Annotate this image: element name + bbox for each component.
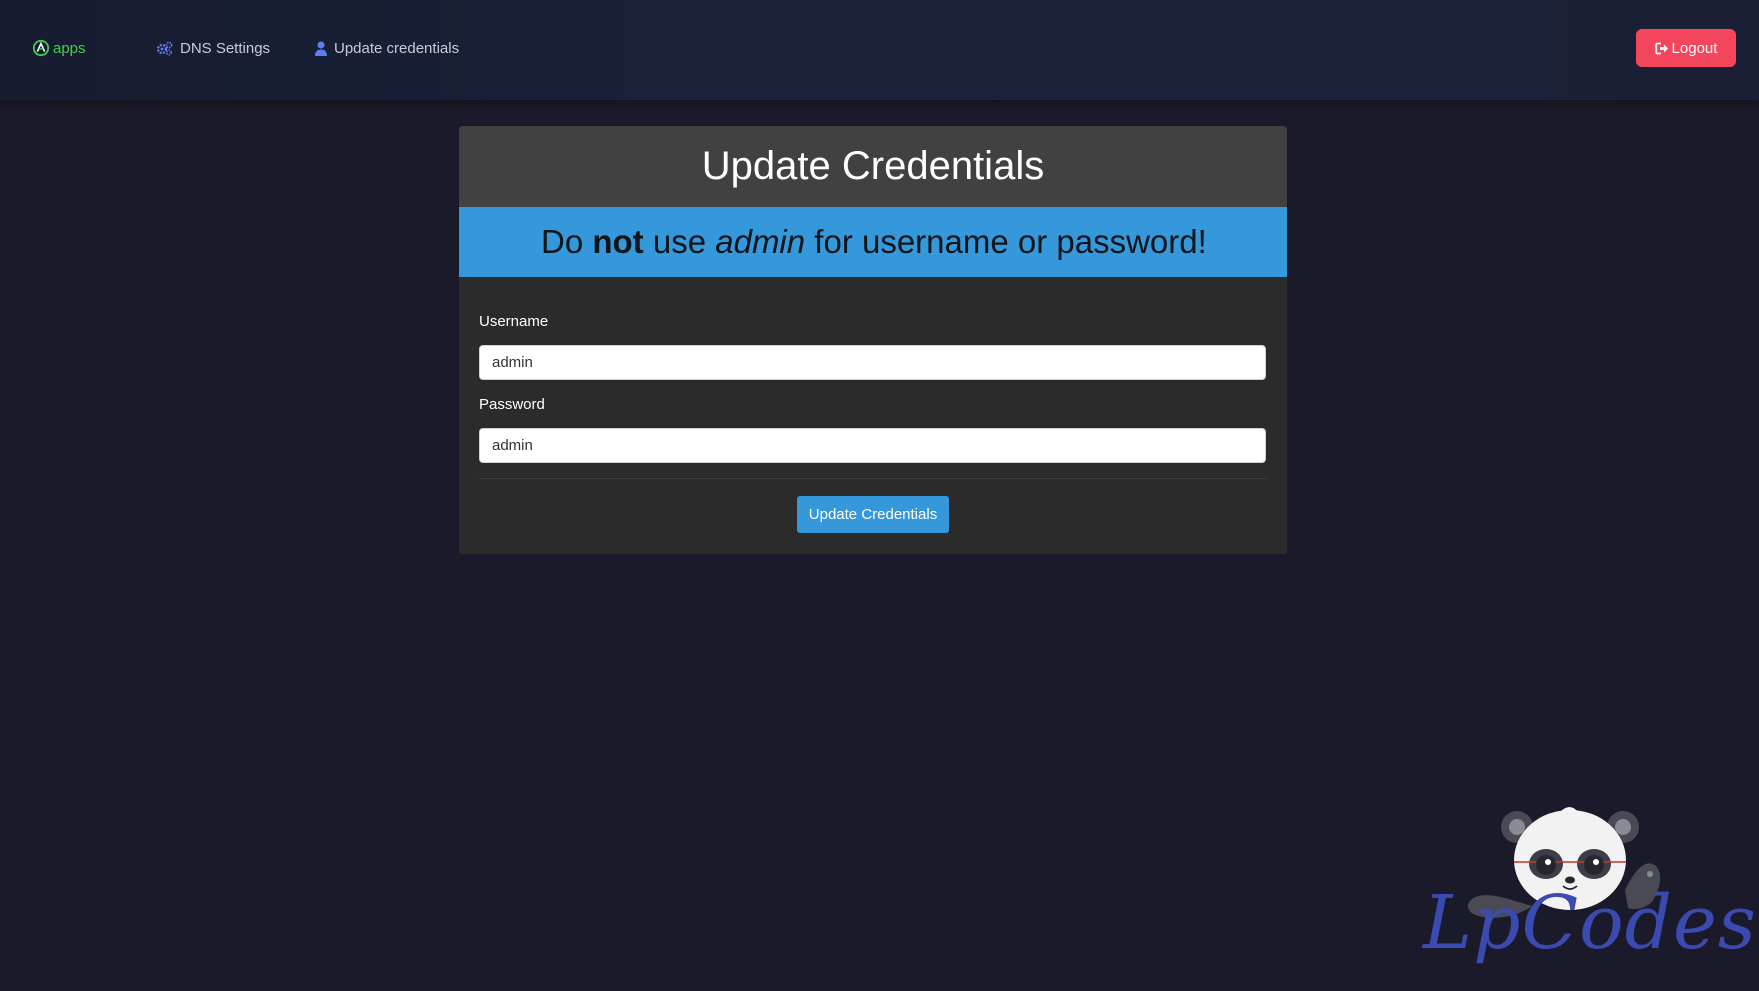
logout-button[interactable]: Logout <box>1636 29 1736 67</box>
update-credentials-button[interactable]: Update Credentials <box>797 496 949 533</box>
update-credentials-card: Update Credentials Do not use admin for … <box>459 126 1287 554</box>
nav-update-credentials-label: Update credentials <box>334 39 460 57</box>
card-header: Update Credentials <box>459 126 1287 207</box>
alert-bold-word: not <box>592 223 644 260</box>
top-navbar: apps DNS Settings Update credentials Log… <box>0 0 1759 100</box>
username-field[interactable] <box>479 345 1266 380</box>
alert-prefix: Do <box>541 223 584 260</box>
alert-italic-word: admin <box>715 223 806 260</box>
alert-middle: use <box>652 223 707 260</box>
form-divider <box>479 478 1266 479</box>
user-icon <box>315 41 327 56</box>
watermark-text: LpCodes <box>1423 880 1757 966</box>
warning-alert-text: Do not use admin for username or passwor… <box>541 223 1207 261</box>
username-label: Username <box>479 313 549 330</box>
password-label: Password <box>479 396 545 413</box>
brand-logo[interactable]: apps <box>32 38 86 58</box>
nav-dns-settings[interactable]: DNS Settings <box>156 38 270 58</box>
alert-suffix: for username or password! <box>814 223 1207 260</box>
apps-logo-icon <box>32 39 50 57</box>
nav-dns-settings-label: DNS Settings <box>180 39 271 57</box>
page-title: Update Credentials <box>701 144 1045 188</box>
password-field[interactable] <box>479 428 1266 463</box>
gears-icon <box>156 41 173 56</box>
warning-alert: Do not use admin for username or passwor… <box>459 207 1287 277</box>
brand-label: apps <box>53 39 86 57</box>
logout-label: Logout <box>1671 39 1718 57</box>
sign-out-icon <box>1654 42 1668 54</box>
nav-update-credentials[interactable]: Update credentials <box>315 38 459 58</box>
